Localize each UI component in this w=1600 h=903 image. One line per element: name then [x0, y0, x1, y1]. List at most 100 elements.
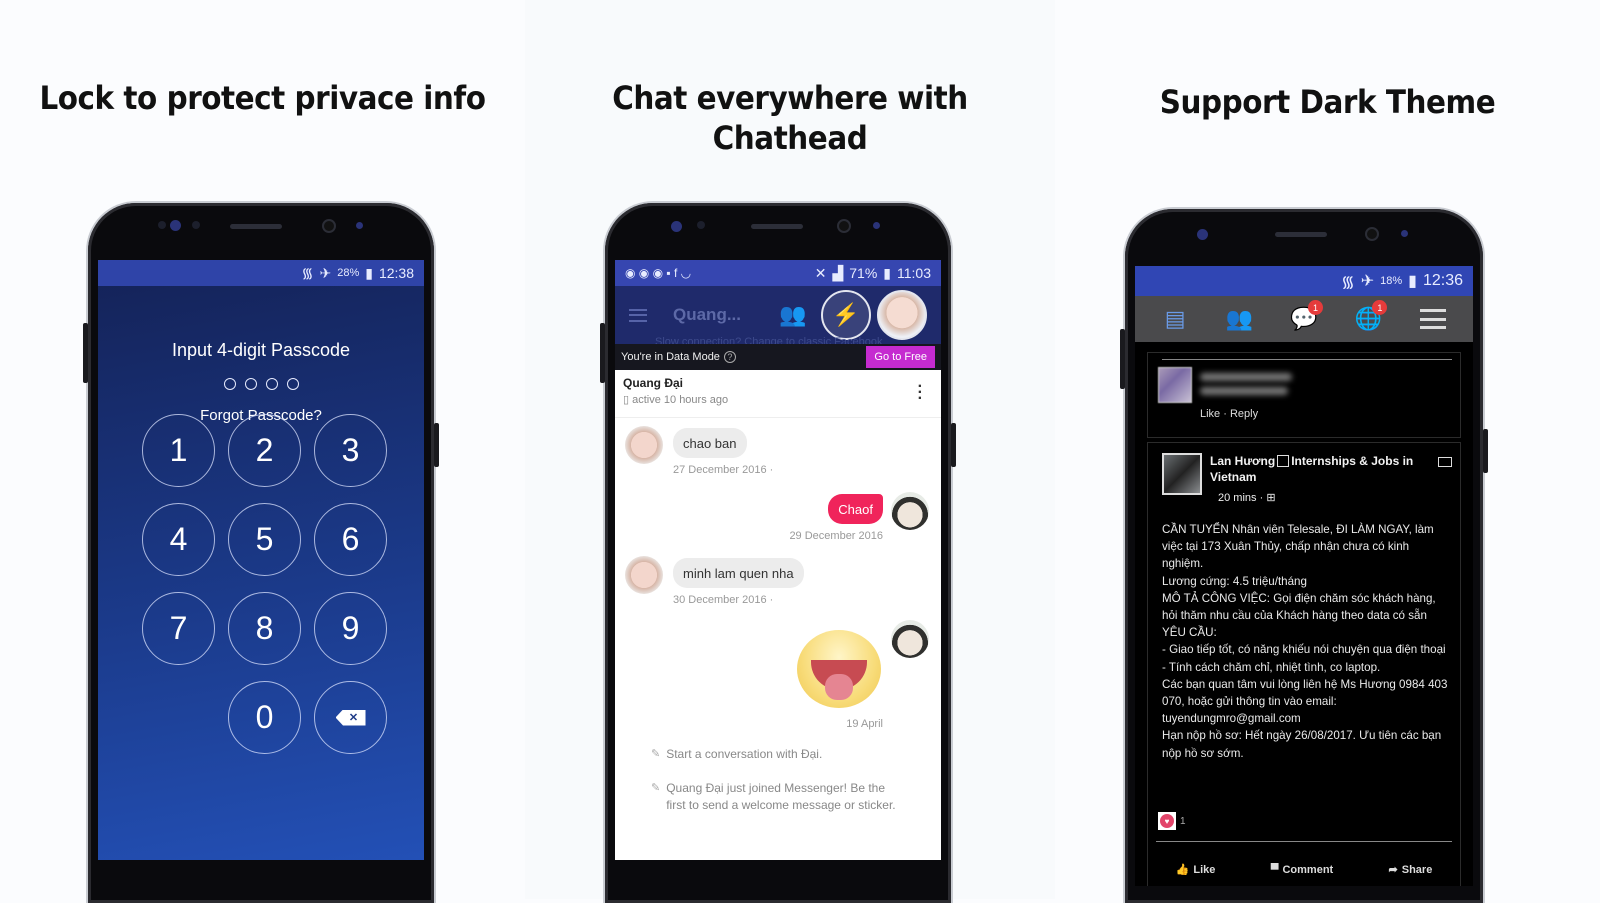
post-body: CẦN TUYỂN Nhân viên Telesale, ĐI LÀM NGA… — [1162, 523, 1448, 760]
mail-icon[interactable] — [1438, 457, 1452, 467]
earpiece — [1275, 232, 1327, 237]
key-7[interactable]: 7 — [142, 592, 215, 665]
toolbar: Quang... 👥 ⚡ Slow connection? Change to … — [615, 286, 941, 348]
volume-button — [83, 323, 88, 383]
go-to-free-button[interactable]: Go to Free — [866, 346, 935, 368]
data-mode-label: You're in Data Mode — [621, 351, 720, 363]
active-status-text: active 10 hours ago — [632, 394, 729, 406]
volume-button — [600, 323, 605, 383]
airplane-icon: ✈ — [1360, 273, 1375, 290]
notification-icons: ◉ ◉ ◉ ▪ f ◡ — [625, 266, 692, 280]
menu-icon[interactable] — [629, 308, 647, 322]
tab-friends[interactable]: 👥 — [1223, 304, 1257, 334]
share-icon: ➦ — [1388, 864, 1398, 876]
message-time: 19 April — [846, 718, 883, 730]
key-blank — [142, 681, 215, 754]
thumbs-up-icon: 👍 — [1175, 864, 1190, 876]
key-1[interactable]: 1 — [142, 414, 215, 487]
post-actions: 👍 Like ▀ Comment ➦ Share — [1148, 863, 1460, 877]
tab-notifications[interactable]: 🌐 1 — [1351, 300, 1388, 334]
notification-badge: 1 — [1372, 300, 1388, 315]
avatar — [625, 556, 663, 594]
status-bar: ◉ ◉ ◉ ▪ f ◡ ✕ ▟ 71% ▮ 11:03 — [615, 260, 941, 286]
volume-button — [1120, 329, 1125, 389]
post-time: 20 mins · ⊞ — [1218, 491, 1276, 504]
chat-screen: ◉ ◉ ◉ ▪ f ◡ ✕ ▟ 71% ▮ 11:03 Quang... 👥 ⚡… — [615, 260, 941, 860]
tab-messages[interactable]: 💬 1 — [1287, 300, 1323, 334]
phone-frame: ◉ ◉ ◉ ▪ f ◡ ✕ ▟ 71% ▮ 11:03 Quang... 👥 ⚡… — [600, 203, 956, 903]
pin-dot — [265, 378, 278, 390]
share-button[interactable]: ➦ Share — [1388, 863, 1433, 877]
panel-title: Lock to protect privace info — [39, 79, 486, 117]
panel-chathead: Chat everywhere with Chathead ◉ ◉ ◉ ▪ f … — [525, 0, 1055, 903]
status-bar: ᯾ ✈ 28% ▮ 12:38 — [98, 260, 424, 286]
more-options-icon[interactable]: · · · — [918, 379, 923, 407]
contact-chathead[interactable] — [877, 290, 927, 340]
key-0[interactable]: 0 — [228, 681, 301, 754]
share-label: Share — [1401, 863, 1433, 876]
comment-button[interactable]: ▀ Comment — [1271, 863, 1334, 876]
key-8[interactable]: 8 — [228, 592, 301, 665]
like-label: Like — [1193, 863, 1216, 876]
sensors — [1125, 223, 1483, 243]
reactions[interactable]: ♥ 1 — [1158, 812, 1186, 830]
key-4[interactable]: 4 — [142, 503, 215, 576]
toolbar-title: Quang... — [673, 305, 741, 324]
pencil-icon: ✎ — [651, 782, 661, 794]
panel-title: Chat everywhere with Chathead — [612, 79, 968, 157]
pin-dot — [223, 378, 236, 390]
battery-icon: ▮ — [883, 264, 891, 281]
news-feed-icon: ▤ — [1164, 306, 1186, 331]
key-9[interactable]: 9 — [314, 592, 387, 665]
backspace-button[interactable]: ✕ — [314, 681, 387, 754]
power-button — [434, 423, 439, 467]
arrow-icon — [1277, 455, 1290, 467]
help-icon[interactable]: ? — [723, 351, 736, 363]
message-time: 29 December 2016 — [789, 530, 883, 542]
tab-bar: ▤ 👥 💬 1 🌐 1 — [1135, 296, 1473, 342]
tab-menu[interactable] — [1416, 304, 1450, 334]
key-2[interactable]: 2 — [228, 414, 301, 487]
comment-actions[interactable]: Like · Reply — [1200, 408, 1258, 420]
system-message-text: Quang Đại just joined Messenger! Be the … — [666, 781, 896, 812]
power-button — [1483, 429, 1488, 473]
key-3[interactable]: 3 — [314, 414, 387, 487]
phone-frame: ᯾ ✈ 28% ▮ 12:38 Input 4-digit Passcode F… — [83, 203, 439, 903]
messenger-chathead[interactable]: ⚡ — [821, 290, 871, 340]
system-message: ✎ Start a conversation with Đại. — [651, 746, 901, 763]
active-status: ▯ active 10 hours ago — [623, 394, 729, 406]
author-avatar[interactable] — [1162, 453, 1202, 495]
signal-icon: ▟ — [832, 264, 844, 281]
comment-item: Like · Reply — [1147, 352, 1461, 438]
avatar — [625, 426, 663, 464]
battery-percent: 71% — [849, 265, 878, 281]
post-time-text: 20 mins · — [1218, 492, 1264, 504]
like-button[interactable]: 👍 Like — [1175, 863, 1216, 877]
passcode-prompt: Input 4-digit Passcode — [171, 340, 351, 360]
key-6[interactable]: 6 — [314, 503, 387, 576]
battery-percent: 18% — [1380, 275, 1403, 287]
divider — [1162, 359, 1452, 360]
divider — [1156, 841, 1452, 842]
notification-badge: 1 — [1307, 300, 1323, 315]
message-bubble: chao ban — [673, 428, 747, 458]
message-bubble: Chaof — [828, 494, 883, 524]
tab-news-feed[interactable]: ▤ — [1158, 304, 1192, 334]
blurred-comment — [1200, 387, 1288, 395]
tongue-out-sticker — [797, 630, 881, 708]
system-message-text: Start a conversation with Đại. — [666, 747, 823, 761]
blurred-name — [1200, 373, 1292, 381]
pencil-icon: ✎ — [651, 748, 661, 760]
comment-icon: ▀ — [1270, 863, 1279, 876]
friends-icon[interactable]: 👥 — [779, 302, 806, 328]
love-reaction-icon: ♥ — [1158, 812, 1176, 830]
author-name[interactable]: Lan Hương — [1210, 454, 1275, 468]
comment-label: Comment — [1282, 863, 1334, 876]
phone-frame: ᯾ ✈ 18% ▮ 12:36 ▤ 👥 💬1 🌐1 Like · Reply — [1120, 209, 1488, 903]
message-bubble: minh lam quen nha — [673, 558, 804, 588]
post-card: Lan Hương Internships & Jobs in Vietnam 2… — [1147, 442, 1461, 886]
panel-title: Support Dark Theme — [1159, 83, 1496, 121]
wifi-icon: ᯾ — [1341, 274, 1355, 291]
key-5[interactable]: 5 — [228, 503, 301, 576]
system-message: ✎ Quang Đại just joined Messenger! Be th… — [651, 780, 901, 814]
